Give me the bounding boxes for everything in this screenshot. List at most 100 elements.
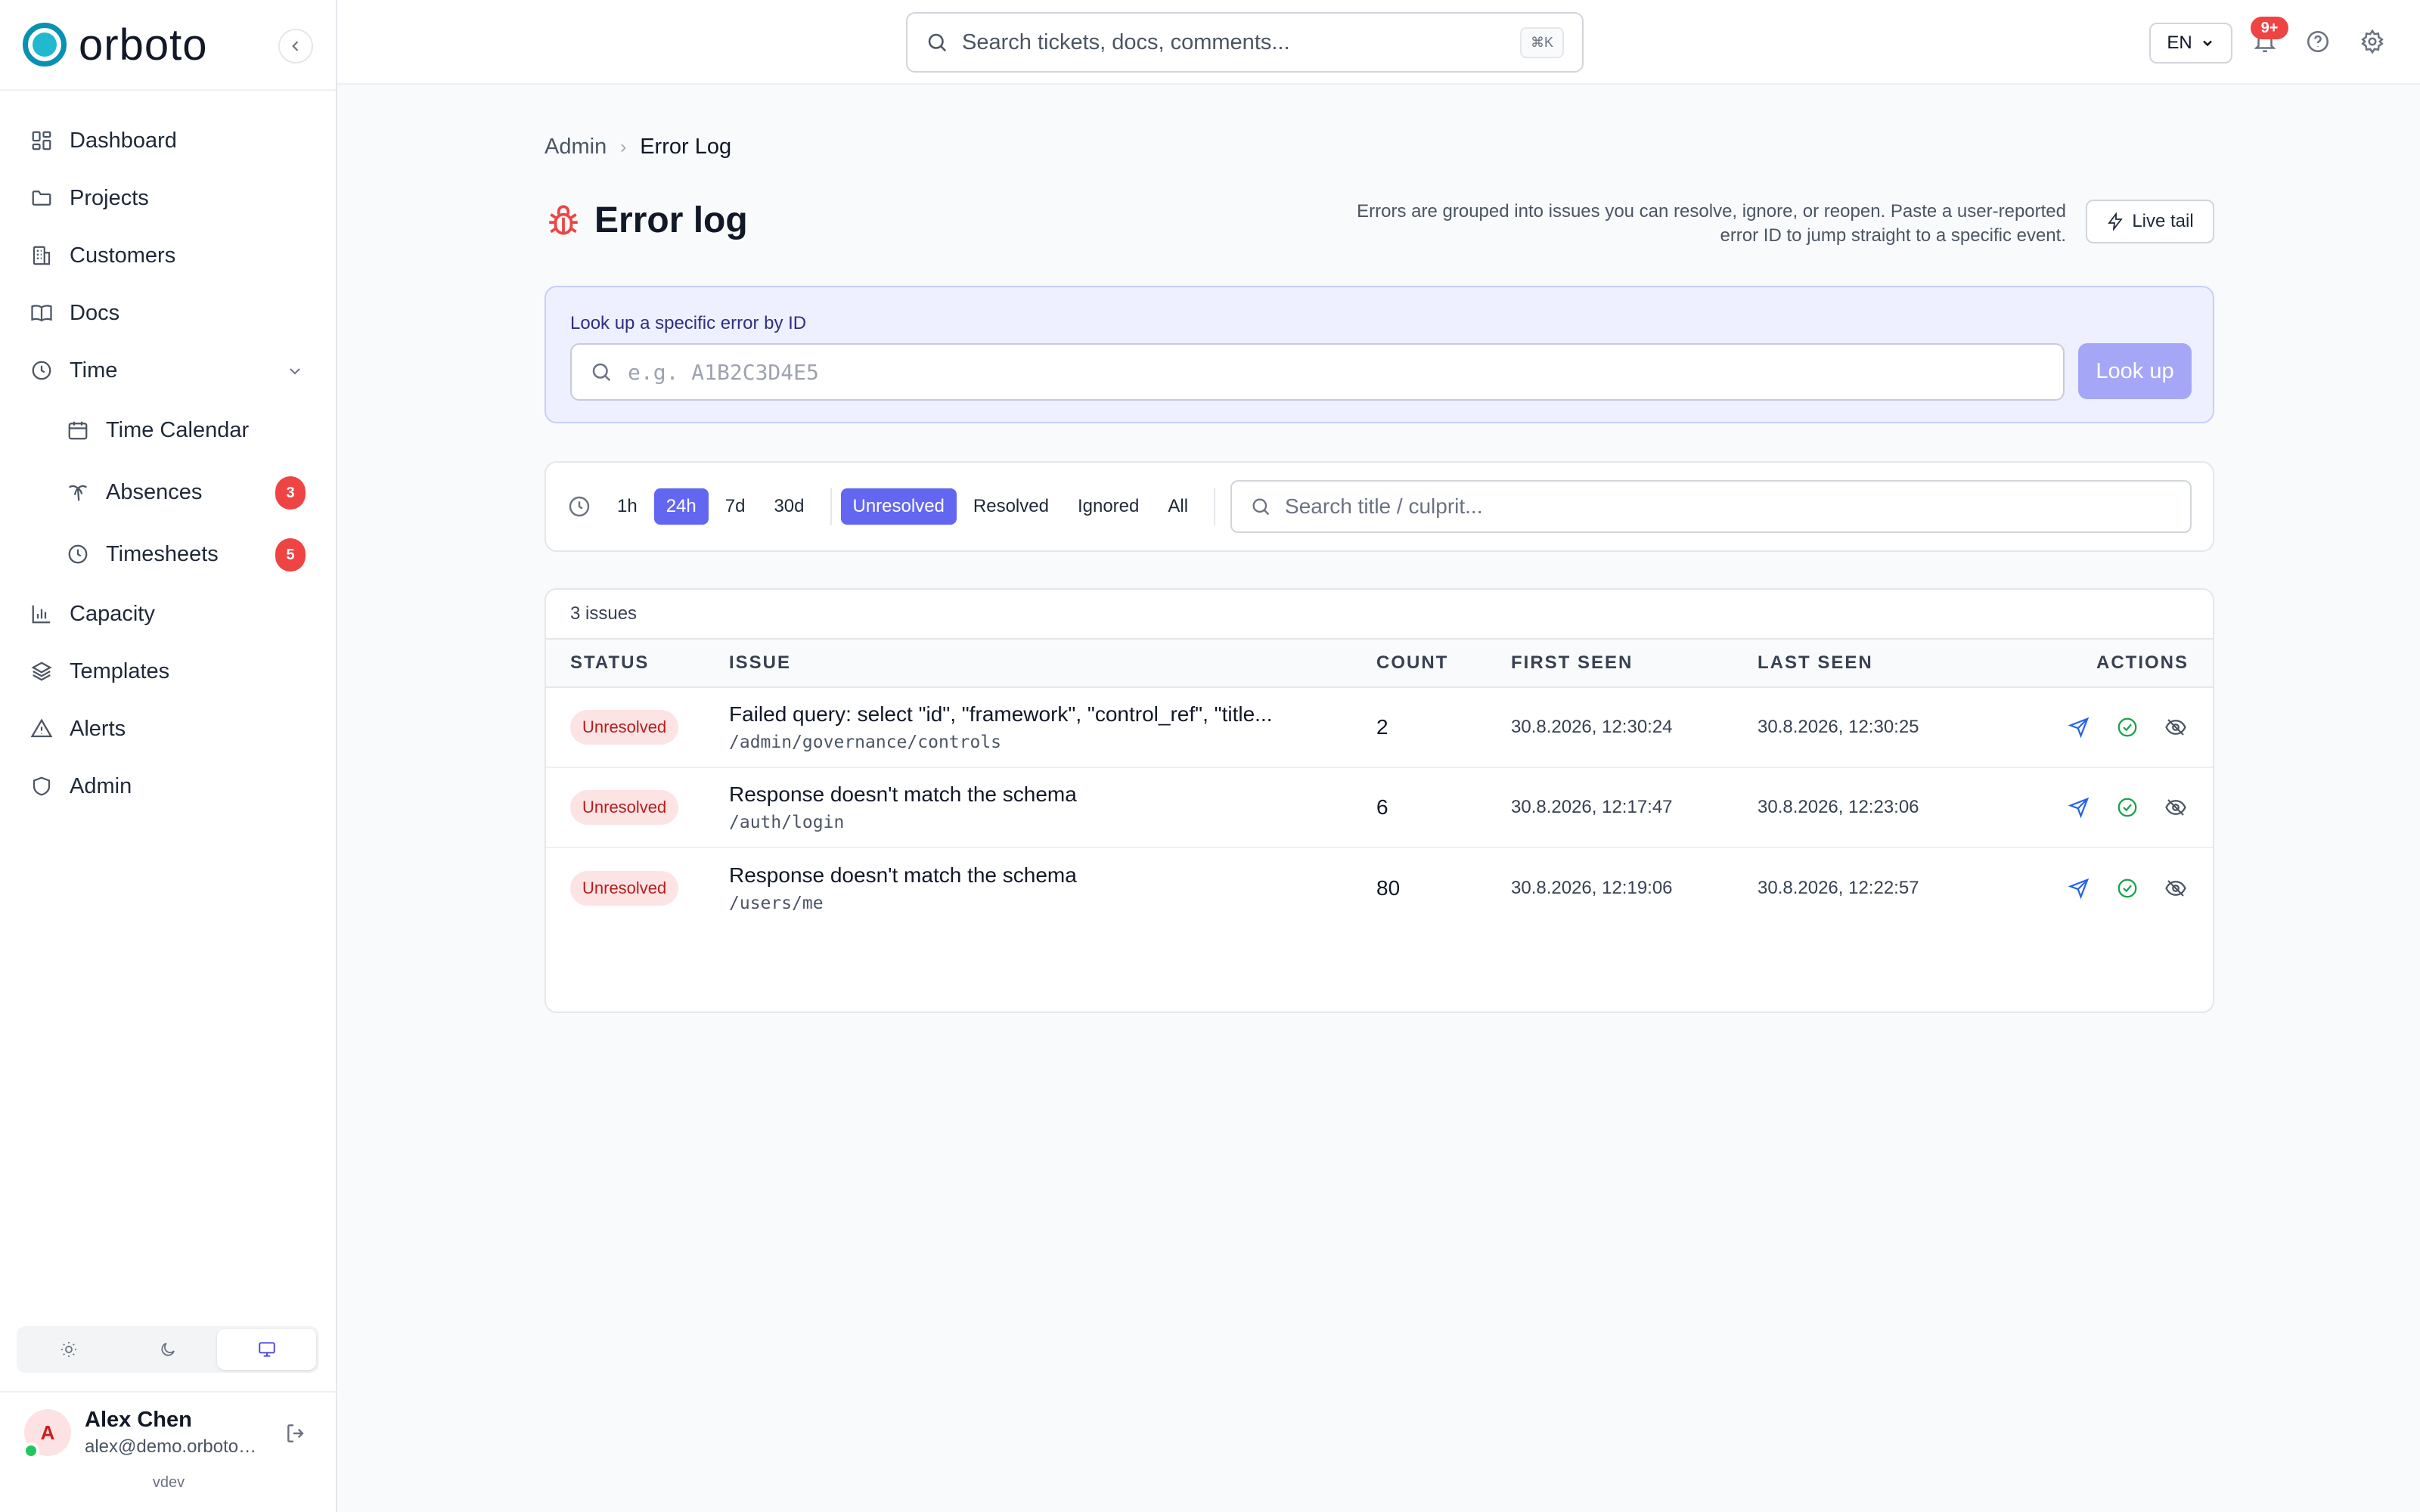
error-id-placeholder: e.g. A1B2C3D4E5 (628, 359, 819, 385)
issue-culprit: /users/me (729, 894, 824, 913)
page-title-text: Error log (594, 200, 748, 240)
column-header-last-seen: LAST SEEN (1758, 652, 1873, 673)
ignore-issue-button[interactable] (2163, 795, 2189, 820)
chevron-down-icon[interactable] (286, 361, 304, 386)
resolve-issue-button[interactable] (2114, 714, 2140, 740)
range-24h-button[interactable]: 24h (653, 488, 709, 525)
brand-name[interactable]: orboto (79, 20, 207, 70)
live-tail-button[interactable]: Live tail (2086, 200, 2214, 243)
sidebar-item-templates[interactable]: Templates (0, 643, 336, 700)
table-row[interactable]: Unresolved Response doesn't match the sc… (546, 848, 2213, 928)
sidebar-item-timesheets[interactable]: Timesheets 5 (0, 523, 336, 585)
share-issue-button[interactable] (2066, 714, 2092, 740)
status-all-button[interactable]: All (1156, 488, 1200, 525)
book-icon (30, 302, 53, 324)
check-circle-icon (2118, 798, 2137, 817)
brand-logo-icon[interactable] (23, 23, 67, 67)
palm-tree-icon (67, 481, 89, 503)
check-circle-icon (2118, 717, 2137, 737)
status-badge: Unresolved (570, 871, 679, 906)
logout-icon[interactable] (284, 1421, 309, 1449)
clock-icon (569, 496, 590, 517)
column-header-count: COUNT (1376, 652, 1449, 673)
resolve-issue-button[interactable] (2114, 795, 2140, 820)
sidebar-item-admin[interactable]: Admin (0, 758, 336, 815)
issue-title[interactable]: Failed query: select "id", "framework", … (729, 702, 1361, 727)
column-header-issue: ISSUE (729, 652, 792, 673)
table-header: STATUS ISSUE COUNT FIRST SEEN LAST SEEN … (546, 640, 2213, 688)
collapse-sidebar-button[interactable] (278, 29, 313, 64)
page-title: Error log (544, 200, 748, 241)
status-badge: Unresolved (570, 710, 679, 745)
sidebar-item-customers[interactable]: Customers (0, 227, 336, 284)
breadcrumb-admin-link[interactable]: Admin (544, 135, 607, 160)
calendar-icon (67, 419, 89, 442)
settings-gear-icon[interactable] (2360, 29, 2385, 58)
share-issue-button[interactable] (2066, 875, 2092, 901)
app-version: vdev (152, 1474, 185, 1491)
language-select[interactable]: EN (2149, 23, 2232, 64)
status-unresolved-button[interactable]: Unresolved (840, 488, 957, 525)
eye-off-icon (2165, 799, 2186, 816)
issue-search-input[interactable]: Search title / culprit... (1230, 480, 2192, 533)
search-shortcut-hint: ⌘K (1519, 26, 1564, 58)
ignore-issue-button[interactable] (2163, 714, 2189, 740)
sun-icon (61, 1342, 77, 1357)
search-icon (592, 363, 611, 382)
check-circle-icon (2118, 878, 2137, 898)
sidebar-item-dashboard[interactable]: Dashboard (0, 112, 336, 169)
ignore-issue-button[interactable] (2163, 875, 2189, 901)
sidebar-item-label: Time (70, 358, 118, 383)
folder-icon (30, 187, 53, 209)
breadcrumb-separator-icon: › (620, 136, 627, 157)
sidebar: orboto Dashboard Projects Customers Docs… (0, 0, 337, 1512)
filter-divider (830, 488, 832, 525)
error-lookup-label: Look up a specific error by ID (570, 313, 807, 333)
theme-light-button[interactable] (20, 1329, 119, 1370)
table-row[interactable]: Unresolved Failed query: select "id", "f… (546, 688, 2213, 768)
sidebar-item-label: Absences (106, 479, 203, 504)
status-ignored-button[interactable]: Ignored (1066, 488, 1151, 525)
error-id-input[interactable]: e.g. A1B2C3D4E5 (570, 343, 2065, 401)
issue-culprit: /admin/governance/controls (729, 733, 1002, 752)
look-up-button[interactable]: Look up (2078, 343, 2192, 399)
sidebar-item-label: Projects (70, 185, 149, 210)
column-header-first-seen: FIRST SEEN (1511, 652, 1634, 673)
issue-count-value: 80 (1376, 876, 1401, 900)
sidebar-item-alerts[interactable]: Alerts (0, 700, 336, 758)
user-name: Alex Chen (85, 1408, 192, 1432)
language-value: EN (2167, 33, 2192, 53)
user-profile: A Alex Chen alex@demo.orboto.com vdev (0, 1391, 337, 1512)
user-email: alex@demo.orboto.com (85, 1436, 259, 1457)
issue-title[interactable]: Response doesn't match the schema (729, 782, 1361, 807)
range-7d-button[interactable]: 7d (713, 488, 758, 525)
status-resolved-button[interactable]: Resolved (961, 488, 1061, 525)
live-tail-label: Live tail (2132, 211, 2194, 231)
monitor-icon (258, 1342, 275, 1357)
brand: orboto (0, 0, 336, 91)
sidebar-item-capacity[interactable]: Capacity (0, 585, 336, 643)
sidebar-item-absences[interactable]: Absences 3 (0, 461, 336, 523)
send-icon (2068, 797, 2090, 819)
range-30d-button[interactable]: 30d (762, 488, 816, 525)
help-icon[interactable] (2305, 29, 2331, 58)
sidebar-item-projects[interactable]: Projects (0, 169, 336, 227)
range-1h-button[interactable]: 1h (605, 488, 650, 525)
issue-title[interactable]: Response doesn't match the schema (729, 863, 1361, 888)
online-status-indicator (23, 1442, 39, 1459)
sidebar-item-time[interactable]: Time (0, 342, 336, 399)
sidebar-item-label: Customers (70, 243, 176, 268)
warning-triangle-icon (30, 717, 53, 740)
column-header-status: STATUS (570, 652, 650, 673)
table-row[interactable]: Unresolved Response doesn't match the sc… (546, 768, 2213, 848)
send-icon (2068, 878, 2090, 900)
sidebar-item-time-calendar[interactable]: Time Calendar (0, 399, 336, 461)
global-search-input[interactable]: Search tickets, docs, comments... ⌘K (906, 12, 1584, 73)
theme-dark-button[interactable] (119, 1329, 218, 1370)
first-seen-value: 30.8.2026, 12:30:24 (1511, 717, 1673, 737)
sidebar-item-docs[interactable]: Docs (0, 284, 336, 342)
sidebar-nav: Dashboard Projects Customers Docs Time T… (0, 91, 336, 815)
theme-system-button[interactable] (217, 1329, 317, 1370)
resolve-issue-button[interactable] (2114, 875, 2140, 901)
share-issue-button[interactable] (2066, 795, 2092, 820)
